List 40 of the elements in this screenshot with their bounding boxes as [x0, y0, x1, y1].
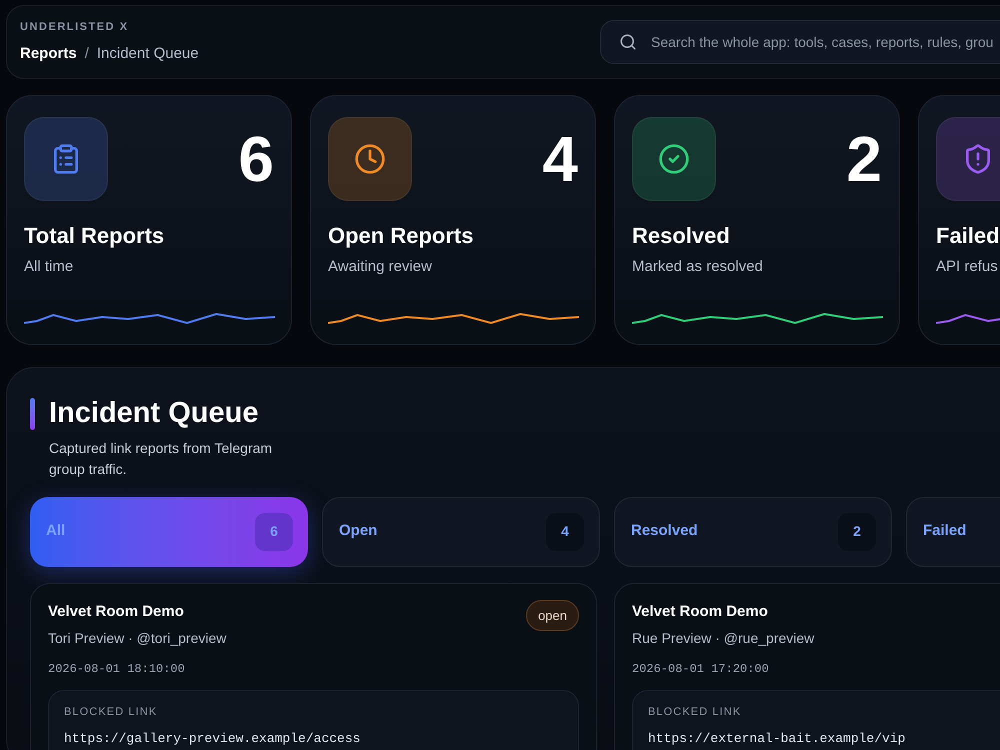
stat-value: 4 [542, 127, 578, 191]
stat-title: Failed [936, 222, 1000, 250]
stat-subtitle: Marked as resolved [632, 257, 764, 277]
check-icon [658, 143, 690, 175]
report-timestamp: 2026-08-01 17:20:00 [632, 661, 770, 678]
blocked-link-label: BLOCKED LINK [648, 705, 742, 720]
search-field[interactable]: Search the whole app: tools, cases, reports, rules, grou [600, 20, 1000, 64]
filter-tab[interactable]: Resolved 2 [614, 496, 892, 566]
panel-description: Captured link reports from Telegram group traffic. [49, 438, 274, 479]
tab-count: 2 [838, 512, 876, 550]
brand-label: UNDERLISTED X [20, 20, 130, 35]
stat-value: 2 [846, 127, 882, 191]
stat-title: Open Reports [328, 222, 474, 250]
blocked-link-url: https://gallery-preview.example/access [64, 730, 362, 746]
report-title: Velvet Room Demo [632, 602, 769, 622]
status-badge: open [526, 600, 579, 631]
filter-tab[interactable]: Open 4 [322, 496, 600, 566]
breadcrumb-separator: / [84, 44, 89, 64]
blocked-link-url: https://external-bait.example/vip [648, 730, 906, 746]
tab-count: 6 [255, 512, 293, 550]
reporter-name: Tori Preview · @tori_preview [48, 629, 226, 648]
report-timestamp: 2026-08-01 18:10:00 [48, 661, 186, 678]
reporter-name: Rue Preview · @rue_preview [632, 629, 814, 648]
panel-title: Incident Queue [49, 396, 258, 431]
stat-subtitle: All time [24, 257, 74, 277]
stat-subtitle: Awaiting review [328, 257, 433, 277]
stat-value: 6 [238, 127, 274, 191]
report-title: Velvet Room Demo [48, 602, 185, 622]
breadcrumb-item: Incident Queue [96, 44, 199, 64]
search-placeholder: Search the whole app: tools, cases, reports, rules, grou [651, 32, 994, 52]
clock-icon [354, 143, 386, 175]
breadcrumb-item[interactable]: Reports [20, 42, 77, 65]
blocked-link-label: BLOCKED LINK [64, 705, 158, 720]
tab-count: 4 [546, 512, 584, 550]
stat-subtitle: API refus [936, 257, 999, 277]
stat-title: Resolved [632, 222, 731, 250]
search-icon [619, 33, 637, 51]
stat-title: Total Reports [24, 222, 166, 250]
accent-bar [30, 398, 35, 430]
filter-tab[interactable]: Failed [906, 496, 1000, 566]
